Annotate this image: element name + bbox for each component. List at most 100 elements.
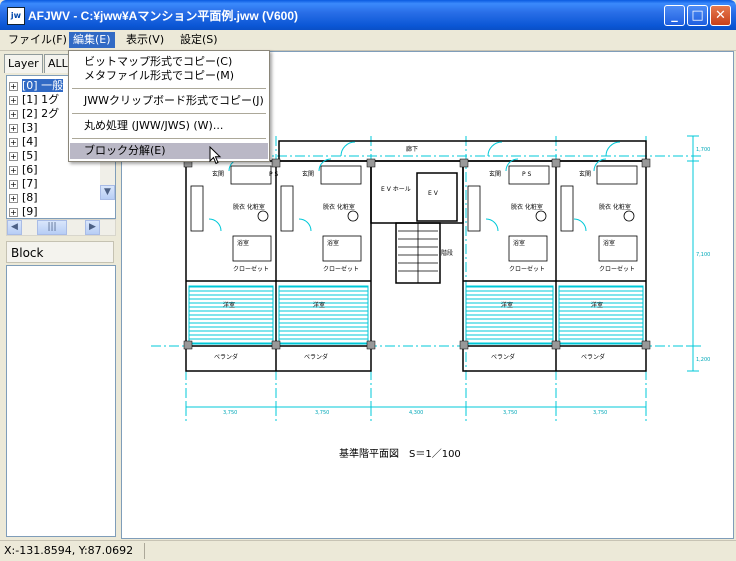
layer-item[interactable]: + [8] <box>9 191 38 204</box>
scroll-down-icon[interactable]: ▼ <box>100 185 115 200</box>
title-bar[interactable]: jw AFJWV - C:¥jww¥Aマンション平面例.jww (V600) _… <box>0 0 736 30</box>
block-list[interactable] <box>6 265 116 537</box>
label-closet: クローゼット <box>233 265 269 273</box>
label-washroom: 脱衣 化粧室 <box>511 203 543 211</box>
label-ev-hall: E V ホール <box>381 186 411 193</box>
layer-label: [5] <box>22 149 38 162</box>
menu-copy-metafile[interactable]: メタファイル形式でコピー(M) <box>70 68 268 84</box>
label-bath: 浴室 <box>237 239 249 247</box>
minimize-button[interactable]: _ <box>664 5 685 26</box>
label-ps: P S <box>269 171 279 178</box>
layer-item[interactable]: + [1] 1グ <box>9 93 59 106</box>
label-closet: クローゼット <box>509 265 545 273</box>
block-label: Block <box>6 241 114 263</box>
layer-item[interactable]: + [3] <box>9 121 38 134</box>
label-entrance: 玄関 <box>579 170 591 178</box>
label-entrance: 玄関 <box>302 170 314 178</box>
layer-label: [9] <box>22 205 38 218</box>
label-bath: 浴室 <box>513 239 525 247</box>
label-room: 洋室 <box>591 301 603 309</box>
app-icon[interactable]: jw <box>7 7 25 25</box>
window-title: AFJWV - C:¥jww¥Aマンション平面例.jww (V600) <box>28 9 299 23</box>
expand-icon[interactable]: + <box>9 109 18 119</box>
menu-view[interactable]: 表示(V) <box>122 32 168 48</box>
dim-label: 1,700 <box>696 147 710 153</box>
tree-horizontal-scrollbar[interactable]: ◀ ||| ▶ <box>6 219 116 236</box>
layer-label: [4] <box>22 135 38 148</box>
label-corridor: 廊下 <box>406 145 418 153</box>
label-room: 洋室 <box>501 301 513 309</box>
dim-label: 1,200 <box>696 357 710 363</box>
label-balcony: ベランダ <box>214 353 238 361</box>
label-bath: 浴室 <box>603 239 615 247</box>
label-ev: E V <box>428 190 439 197</box>
stairs-lines <box>398 223 438 283</box>
label-washroom: 脱衣 化粧室 <box>599 203 631 211</box>
status-bar: X:-131.8594, Y:87.0692 <box>0 540 736 561</box>
expand-icon[interactable]: + <box>9 95 18 105</box>
expand-icon[interactable]: + <box>9 151 18 161</box>
layer-label: [3] <box>22 121 38 134</box>
label-stairs: 階段 <box>441 249 453 257</box>
dim-label: 3,750 <box>503 410 517 416</box>
doors <box>208 141 621 232</box>
layer-item[interactable]: + [5] <box>9 149 38 162</box>
menu-explode-block[interactable]: ブロック分解(E) <box>70 143 268 159</box>
menu-separator <box>72 138 266 139</box>
menu-copy-jww-clipboard[interactable]: JWWクリップボード形式でコピー(J) <box>70 93 268 109</box>
menu-file[interactable]: ファイル(F) <box>4 32 71 48</box>
label-closet: クローゼット <box>323 265 359 273</box>
dim-label: 7,100 <box>696 252 710 258</box>
scroll-right-icon[interactable]: ▶ <box>85 220 100 235</box>
label-bath: 浴室 <box>327 239 339 247</box>
expand-icon[interactable]: + <box>9 81 18 91</box>
layer-label: [2] 2グ <box>22 107 60 120</box>
expand-icon[interactable]: + <box>9 123 18 133</box>
tab-layer[interactable]: Layer <box>4 54 43 73</box>
menu-settings[interactable]: 設定(S) <box>176 32 222 48</box>
edit-dropdown-menu: ビットマップ形式でコピー(C) メタファイル形式でコピー(M) JWWクリップボ… <box>68 50 270 162</box>
layer-item[interactable]: + [6] <box>9 163 38 176</box>
label-entrance: 玄関 <box>212 170 224 178</box>
expand-icon[interactable]: + <box>9 207 18 217</box>
maximize-button[interactable]: □ <box>687 5 708 26</box>
layer-item[interactable]: + [7] <box>9 177 38 190</box>
expand-icon[interactable]: + <box>9 179 18 189</box>
layer-label: [1] 1グ <box>22 93 60 106</box>
close-button[interactable]: ✕ <box>710 5 731 26</box>
label-balcony: ベランダ <box>304 353 328 361</box>
label-washroom: 脱衣 化粧室 <box>323 203 355 211</box>
label-closet: クローゼット <box>599 265 635 273</box>
label-balcony: ベランダ <box>581 353 605 361</box>
expand-icon[interactable]: + <box>9 165 18 175</box>
dim-label: 4,300 <box>409 410 423 416</box>
layer-item[interactable]: + [0] 一般 <box>9 79 64 92</box>
mouse-cursor-icon <box>209 146 222 165</box>
menu-rounding[interactable]: 丸め処理 (JWW/JWS) (W)... <box>70 118 268 134</box>
dim-label: 3,750 <box>223 410 237 416</box>
label-entrance: 玄関 <box>489 170 501 178</box>
label-balcony: ベランダ <box>491 353 515 361</box>
app-window: jw AFJWV - C:¥jww¥Aマンション平面例.jww (V600) _… <box>0 0 736 561</box>
layer-label: [7] <box>22 177 38 190</box>
grid-lines <box>151 136 701 421</box>
drawing-caption: 基準階平面図 S＝1／100 <box>339 447 461 460</box>
layer-label: [6] <box>22 163 38 176</box>
menu-separator <box>72 113 266 114</box>
dim-label: 3,750 <box>593 410 607 416</box>
expand-icon[interactable]: + <box>9 193 18 203</box>
expand-icon[interactable]: + <box>9 137 18 147</box>
layer-item[interactable]: + [4] <box>9 135 38 148</box>
layer-label: [0] 一般 <box>22 79 64 92</box>
layer-item[interactable]: + [9] <box>9 205 38 218</box>
label-room: 洋室 <box>223 301 235 309</box>
layer-item[interactable]: + [2] 2グ <box>9 107 59 120</box>
layer-label: [8] <box>22 191 38 204</box>
label-washroom: 脱衣 化粧室 <box>233 203 265 211</box>
menu-edit[interactable]: 編集(E) <box>69 32 115 48</box>
scroll-thumb[interactable]: ||| <box>37 220 67 235</box>
scroll-left-icon[interactable]: ◀ <box>7 220 22 235</box>
menu-separator <box>72 88 266 89</box>
dim-label: 3,750 <box>315 410 329 416</box>
label-room: 洋室 <box>313 301 325 309</box>
